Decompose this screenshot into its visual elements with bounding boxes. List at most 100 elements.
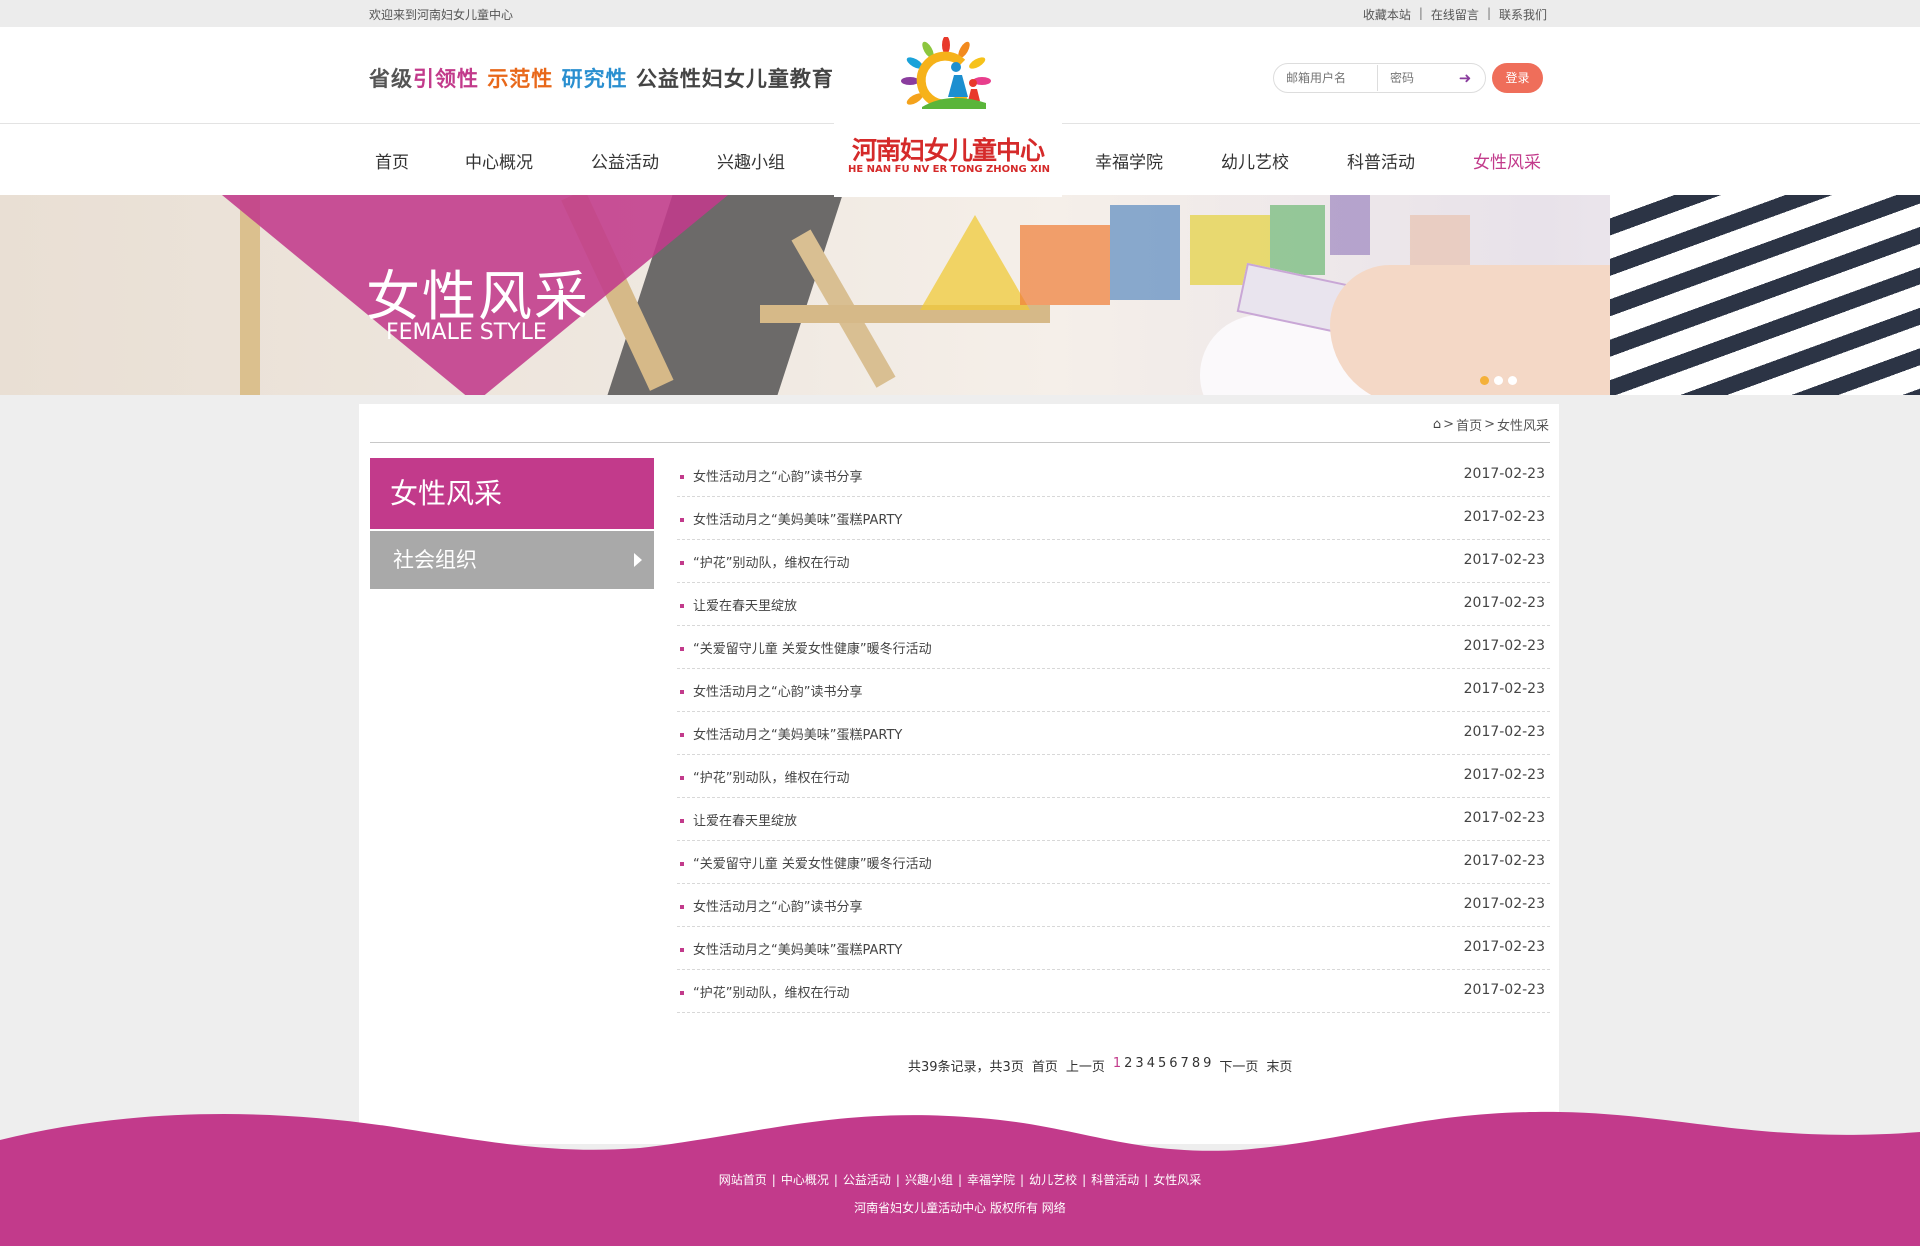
login-button[interactable]: 登录: [1492, 63, 1543, 93]
bullet-icon: [680, 518, 684, 522]
pager-page[interactable]: 1: [1113, 1056, 1121, 1075]
list-item[interactable]: “护花”别动队，维权在行动 2017-02-23: [677, 755, 1550, 798]
bullet-icon: [680, 475, 684, 479]
list-item[interactable]: 女性活动月之“心韵”读书分享 2017-02-23: [677, 454, 1550, 497]
footer-link[interactable]: 幸福学院: [967, 1173, 1015, 1187]
footer-link[interactable]: 科普活动: [1091, 1173, 1139, 1187]
nav-interest-groups[interactable]: 兴趣小组: [717, 148, 785, 173]
message-link[interactable]: 在线留言: [1431, 6, 1479, 23]
article-date: 2017-02-23: [1463, 595, 1545, 611]
pager-last[interactable]: 末页: [1266, 1056, 1292, 1075]
nav-female-style[interactable]: 女性风采: [1473, 148, 1541, 173]
contact-link[interactable]: 联系我们: [1499, 6, 1547, 23]
logo-title: 河南妇女儿童中心: [851, 136, 1045, 165]
article-title[interactable]: 让爱在春天里绽放: [693, 595, 797, 614]
article-title[interactable]: 女性活动月之“美妈美味”蛋糕PARTY: [693, 939, 902, 958]
slogan-part: 示范性: [487, 67, 554, 91]
article-date: 2017-02-23: [1463, 767, 1545, 783]
banner-decor: [1330, 195, 1370, 255]
banner-dot[interactable]: [1480, 376, 1489, 385]
list-item[interactable]: “护花”别动队，维权在行动 2017-02-23: [677, 540, 1550, 583]
username-input[interactable]: [1274, 65, 1378, 91]
divider: |: [957, 1173, 963, 1187]
banner: 女性风采 FEMALE STYLE: [0, 195, 1920, 395]
list-item[interactable]: “护花”别动队，维权在行动 2017-02-23: [677, 970, 1550, 1013]
nav-science[interactable]: 科普活动: [1347, 148, 1415, 173]
list-item[interactable]: “关爱留守儿童 关爱女性健康”暖冬行活动 2017-02-23: [677, 841, 1550, 884]
nav-kids-art-school[interactable]: 幼儿艺校: [1221, 148, 1289, 173]
divider: |: [771, 1173, 776, 1187]
list-item[interactable]: 女性活动月之“美妈美味”蛋糕PARTY 2017-02-23: [677, 712, 1550, 755]
article-title[interactable]: “关爱留守儿童 关爱女性健康”暖冬行活动: [693, 638, 932, 657]
article-title[interactable]: 女性活动月之“心韵”读书分享: [693, 681, 862, 700]
pager-page[interactable]: 4: [1147, 1056, 1155, 1075]
article-title[interactable]: 让爱在春天里绽放: [693, 810, 797, 829]
article-date: 2017-02-23: [1463, 982, 1545, 998]
list-item[interactable]: 让爱在春天里绽放 2017-02-23: [677, 583, 1550, 626]
pager-page[interactable]: 2: [1124, 1056, 1132, 1075]
pager-page[interactable]: 8: [1192, 1056, 1200, 1075]
list-item[interactable]: 女性活动月之“美妈美味”蛋糕PARTY 2017-02-23: [677, 497, 1550, 540]
pager-numbers: 123456789: [1113, 1056, 1212, 1075]
pager-page[interactable]: 6: [1169, 1056, 1177, 1075]
slogan-part: 引领性: [413, 67, 479, 91]
banner-dot[interactable]: [1508, 376, 1517, 385]
divider: [370, 442, 1550, 443]
pager-page[interactable]: 5: [1158, 1056, 1166, 1075]
article-date: 2017-02-23: [1463, 681, 1545, 697]
pager-page[interactable]: 3: [1135, 1056, 1143, 1075]
nav-home[interactable]: 首页: [375, 148, 409, 173]
divider: |: [1082, 1173, 1087, 1187]
list-item[interactable]: 女性活动月之“心韵”读书分享 2017-02-23: [677, 884, 1550, 927]
nav-charity[interactable]: 公益活动: [591, 148, 659, 173]
pager-page[interactable]: 7: [1181, 1056, 1189, 1075]
breadcrumb-home[interactable]: 首页: [1456, 415, 1482, 434]
sidebar-title: 女性风采: [370, 458, 654, 529]
bookmark-link[interactable]: 收藏本站: [1363, 6, 1411, 23]
pager-page[interactable]: 9: [1203, 1056, 1211, 1075]
banner-decor: [1110, 205, 1180, 300]
home-icon[interactable]: ⌂: [1433, 417, 1441, 432]
sidebar-item-social-orgs[interactable]: 社会组织: [370, 531, 654, 589]
slogan: 省级引领性 示范性 研究性 公益性妇女儿童教育阵地: [369, 63, 878, 93]
article-date: 2017-02-23: [1463, 896, 1545, 912]
breadcrumb: ⌂ > 首页 > 女性风采: [1433, 415, 1549, 434]
article-title[interactable]: 女性活动月之“美妈美味”蛋糕PARTY: [693, 724, 902, 743]
list-item[interactable]: “关爱留守儿童 关爱女性健康”暖冬行活动 2017-02-23: [677, 626, 1550, 669]
bullet-icon: [680, 991, 684, 995]
list-item[interactable]: 女性活动月之“心韵”读书分享 2017-02-23: [677, 669, 1550, 712]
nav-overview[interactable]: 中心概况: [465, 148, 533, 173]
footer-link[interactable]: 中心概况: [781, 1173, 829, 1187]
arrow-right-icon[interactable]: ➜: [1450, 69, 1480, 87]
article-title[interactable]: 女性活动月之“心韵”读书分享: [693, 896, 862, 915]
footer-links: 网站首页 | 中心概况 | 公益活动 | 兴趣小组 | 幸福学院 | 幼儿艺校 | 科普活动 | 女性风采: [0, 1171, 1920, 1188]
content-panel: ⌂ > 首页 > 女性风采 女性风采 社会组织 女性活动月之“心韵”读书分享 20…: [359, 404, 1559, 1144]
nav-happiness-college[interactable]: 幸福学院: [1095, 148, 1163, 173]
article-date: 2017-02-23: [1463, 638, 1545, 654]
bullet-icon: [680, 733, 684, 737]
bullet-icon: [680, 905, 684, 909]
article-title[interactable]: “关爱留守儿童 关爱女性健康”暖冬行活动: [693, 853, 932, 872]
footer-link[interactable]: 幼儿艺校: [1029, 1173, 1077, 1187]
pager-first[interactable]: 首页: [1032, 1056, 1058, 1075]
pager-prev[interactable]: 上一页: [1066, 1056, 1105, 1075]
bullet-icon: [680, 604, 684, 608]
site-logo[interactable]: 河南妇女儿童中心 HE NAN FU NV ER TONG ZHONG XIN: [834, 27, 1062, 197]
banner-dot[interactable]: [1494, 376, 1503, 385]
pager-next[interactable]: 下一页: [1219, 1056, 1258, 1075]
banner-decor: [1270, 205, 1325, 275]
article-title[interactable]: 女性活动月之“心韵”读书分享: [693, 466, 862, 485]
article-title[interactable]: “护花”别动队，维权在行动: [693, 767, 849, 786]
article-title[interactable]: 女性活动月之“美妈美味”蛋糕PARTY: [693, 509, 902, 528]
footer-link[interactable]: 公益活动: [843, 1173, 891, 1187]
footer-link[interactable]: 女性风采: [1153, 1173, 1201, 1187]
footer-link[interactable]: 网站首页: [719, 1173, 767, 1187]
article-title[interactable]: “护花”别动队，维权在行动: [693, 552, 849, 571]
password-input[interactable]: [1378, 65, 1450, 91]
list-item[interactable]: 女性活动月之“美妈美味”蛋糕PARTY 2017-02-23: [677, 927, 1550, 970]
logo-sun-icon: [901, 37, 991, 109]
welcome-text: 欢迎来到河南妇女儿童中心: [369, 8, 514, 22]
article-title[interactable]: “护花”别动队，维权在行动: [693, 982, 849, 1001]
list-item[interactable]: 让爱在春天里绽放 2017-02-23: [677, 798, 1550, 841]
footer-link[interactable]: 兴趣小组: [905, 1173, 953, 1187]
